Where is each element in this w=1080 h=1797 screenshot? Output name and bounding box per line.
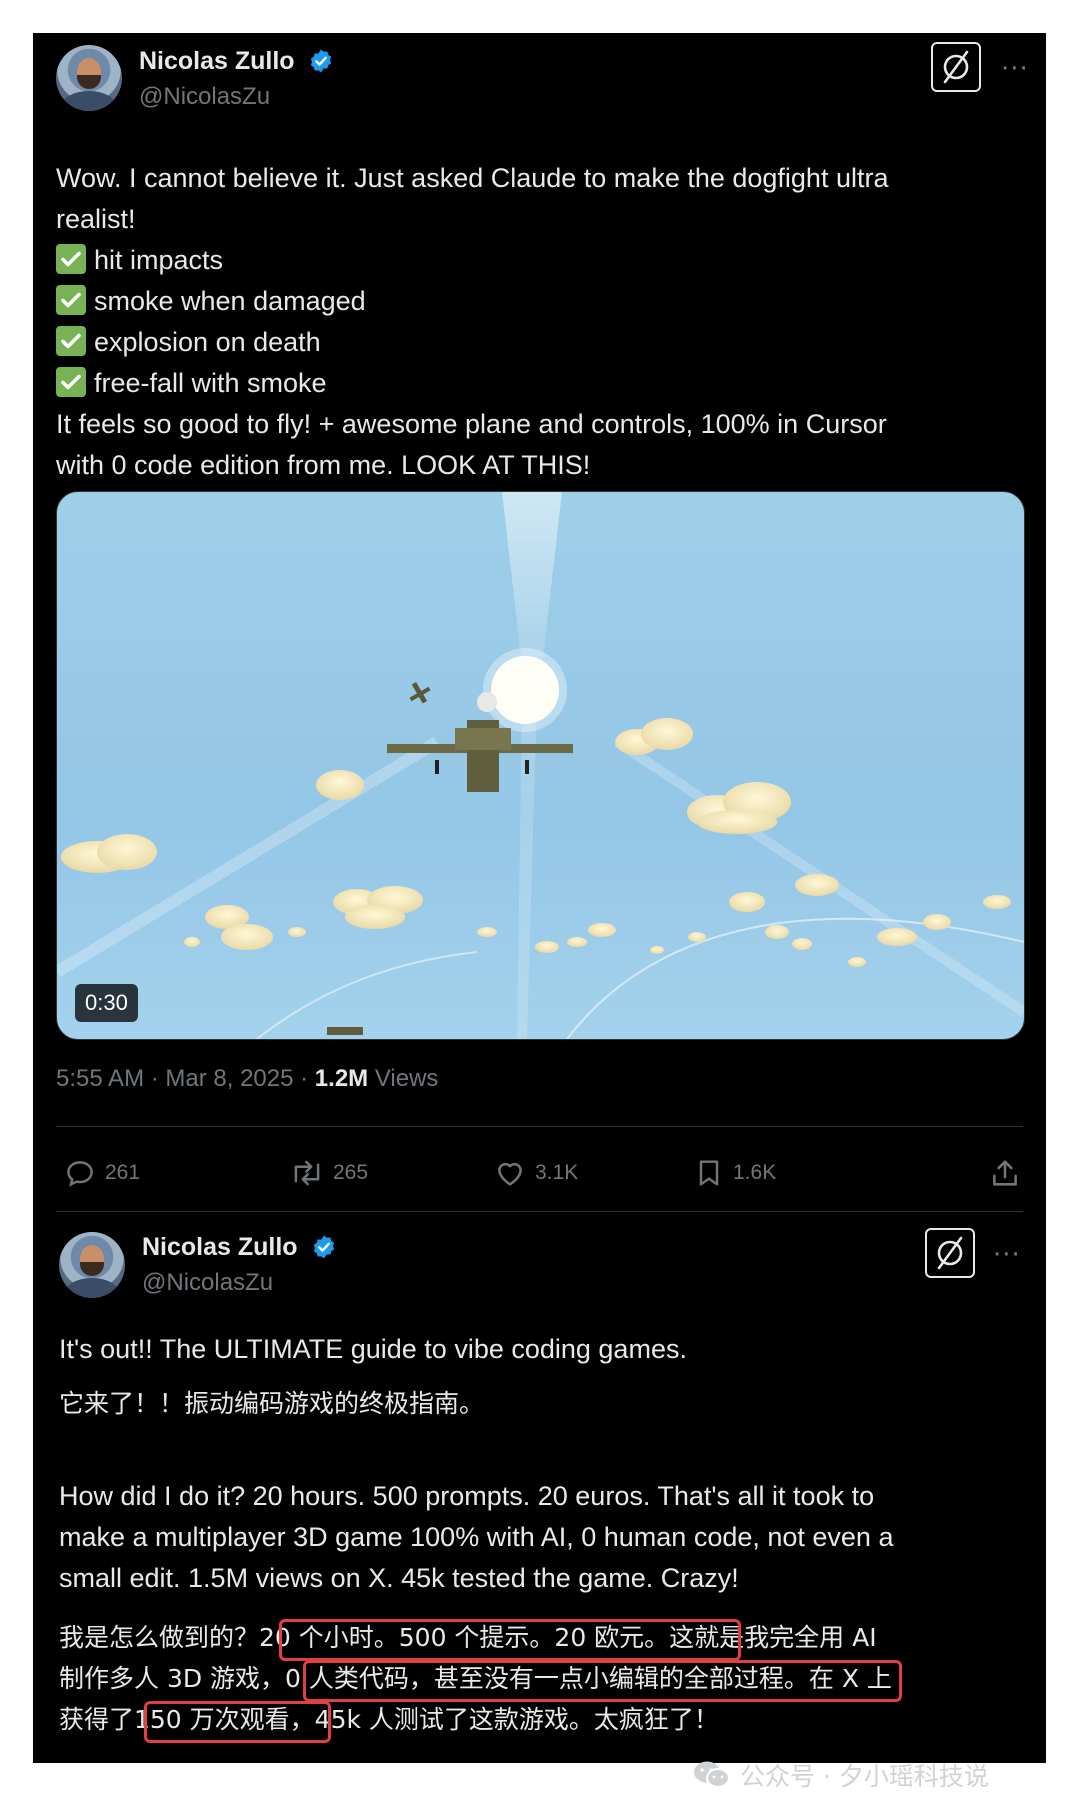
watermark-text: 公众号 · 夕小瑶科技说 xyxy=(740,1762,989,1791)
wechat-watermark: 公众号 · 夕小瑶科技说 xyxy=(692,1758,989,1792)
highlight-box xyxy=(303,1660,902,1702)
checklist-text: smoke when damaged xyxy=(94,286,366,316)
tweet-meta: 5:55 AM · Mar 8, 2025 · 1.2M Views xyxy=(56,1065,438,1093)
tweet2-paragraph-line: How did I do it? 20 hours. 500 prompts. … xyxy=(59,1481,875,1511)
repost-icon xyxy=(294,1160,320,1186)
tweet-text-line: realist! xyxy=(56,204,136,234)
video-player[interactable]: 0:30 xyxy=(56,491,1025,1040)
reply-button[interactable]: 261 xyxy=(63,1155,140,1191)
grok-icon xyxy=(937,1236,963,1270)
verified-badge-icon xyxy=(310,49,331,73)
highlight-box xyxy=(144,1701,331,1743)
tweet-text-line: Wow. I cannot believe it. Just asked Cla… xyxy=(56,163,889,193)
check-mark-icon xyxy=(56,326,86,356)
verified-badge-icon xyxy=(313,1235,334,1259)
checklist-item: hit impacts xyxy=(56,240,1016,281)
views-label: Views xyxy=(368,1065,439,1092)
avatar[interactable] xyxy=(56,45,122,111)
more-options-icon[interactable]: ··· xyxy=(1001,56,1029,82)
check-mark-icon xyxy=(56,285,86,315)
author-handle[interactable]: @NicolasZu xyxy=(139,83,270,111)
more-options-icon[interactable]: ··· xyxy=(993,1242,1021,1268)
check-mark-icon xyxy=(56,367,86,397)
author-handle[interactable]: @NicolasZu xyxy=(142,1269,273,1297)
author-name[interactable]: Nicolas Zullo xyxy=(142,1233,337,1262)
reply-count: 261 xyxy=(105,1161,141,1184)
grok-icon xyxy=(943,50,969,84)
bookmark-icon xyxy=(699,1160,719,1186)
views-count: 1.2M xyxy=(314,1065,369,1092)
tweet2-headline: It's out!! The ULTIMATE guide to vibe co… xyxy=(59,1334,687,1364)
author-name[interactable]: Nicolas Zullo xyxy=(139,47,334,76)
tweet2-headline-zh: 它来了！！振动编码游戏的终极指南。 xyxy=(59,1389,485,1418)
like-count: 3.1K xyxy=(535,1161,579,1184)
bookmark-count: 1.6K xyxy=(733,1161,777,1184)
tweet-text-line: It feels so good to fly! + awesome plane… xyxy=(56,409,887,439)
repost-button[interactable]: 265 xyxy=(289,1155,368,1191)
highlight-box xyxy=(279,1619,741,1661)
tweet2-paragraph-line: small edit. 1.5M views on X. 45k tested … xyxy=(59,1563,739,1593)
divider xyxy=(56,1126,1023,1127)
share-button[interactable] xyxy=(988,1155,1030,1191)
like-button[interactable]: 3.1K xyxy=(493,1155,578,1191)
author-name-text: Nicolas Zullo xyxy=(139,47,295,75)
share-icon xyxy=(993,1160,1017,1186)
checklist-text: explosion on death xyxy=(94,327,321,357)
reply-icon xyxy=(67,1161,93,1187)
bookmark-button[interactable]: 1.6K xyxy=(693,1155,776,1191)
divider xyxy=(56,1211,1023,1212)
checklist-text: hit impacts xyxy=(94,245,224,275)
screenshot-panel: Nicolas Zullo @NicolasZu ··· Wow. I cann… xyxy=(33,33,1046,1763)
game-scene-image xyxy=(57,492,1024,1039)
check-mark-icon xyxy=(56,244,86,274)
grok-button[interactable] xyxy=(925,1228,975,1278)
checklist-item: free-fall with smoke xyxy=(56,363,1016,404)
tweet2-paragraph-line: make a multiplayer 3D game 100% with AI,… xyxy=(59,1522,894,1552)
repost-count: 265 xyxy=(333,1161,369,1184)
tweet-text-line: with 0 code edition from me. LOOK AT THI… xyxy=(56,450,591,480)
author-name-text: Nicolas Zullo xyxy=(142,1233,298,1261)
avatar[interactable] xyxy=(59,1232,125,1298)
checklist-item: explosion on death xyxy=(56,322,1016,363)
grok-button[interactable] xyxy=(931,42,981,92)
checklist-item: smoke when damaged xyxy=(56,281,1016,322)
heart-icon xyxy=(498,1162,522,1186)
checklist-text: free-fall with smoke xyxy=(94,368,327,398)
video-duration-badge: 0:30 xyxy=(75,984,138,1022)
tweet-body: Wow. I cannot believe it. Just asked Cla… xyxy=(56,158,1016,486)
wechat-icon xyxy=(694,1761,730,1788)
tweet-timestamp[interactable]: 5:55 AM · Mar 8, 2025 · xyxy=(56,1065,315,1092)
